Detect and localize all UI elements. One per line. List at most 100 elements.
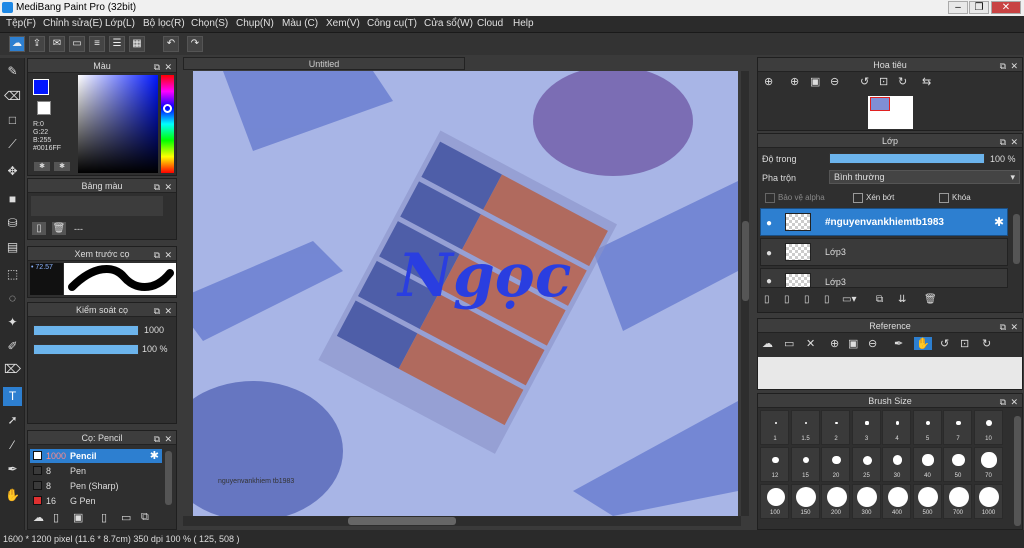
brush-item[interactable]: 16 G Pen [30, 494, 162, 508]
divide-tool-icon[interactable]: ⁄ [3, 436, 22, 455]
lock-checkbox[interactable] [939, 193, 949, 203]
grid-icon[interactable]: ▦ [129, 36, 145, 52]
new-layer-icon[interactable]: ▯ [764, 294, 770, 305]
brush-size-cell[interactable]: 30 [882, 447, 911, 482]
layer-row[interactable]: ● Lớp3 [760, 268, 1008, 288]
fit-icon[interactable]: ▣ [848, 337, 858, 350]
brush-size-cell[interactable]: 7 [943, 410, 972, 445]
cloud-download-icon[interactable]: ☁ [33, 511, 44, 524]
brush-size-cell[interactable]: 1 [760, 410, 789, 445]
comment-icon[interactable]: ✉ [49, 36, 65, 52]
brush-size-cell[interactable]: 20 [821, 447, 850, 482]
close-button[interactable]: ✕ [991, 1, 1021, 14]
close-icon[interactable]: ✕ [1010, 59, 1018, 73]
select-pen-icon[interactable]: ✐ [3, 337, 22, 356]
duplicate-layer-icon[interactable]: ⧉ [876, 294, 883, 305]
new-brush-icon[interactable]: ▯ [53, 511, 59, 524]
brush-size-cell[interactable]: 70 [973, 447, 1003, 482]
layer-row-active[interactable]: ● #nguyenvankhiemtb1983 ✱ [760, 208, 1008, 236]
zoom-out-icon[interactable]: ⊖ [830, 75, 839, 88]
brush-size-cell[interactable]: 500 [912, 484, 942, 519]
layer-opacity-slider[interactable] [829, 153, 985, 164]
hand-tool-icon[interactable]: ✋ [3, 486, 22, 505]
upload-icon[interactable]: ⇪ [29, 36, 45, 52]
line-tool-icon[interactable]: ⟋ [3, 135, 22, 154]
brush-size-cell[interactable]: 400 [882, 484, 911, 519]
close-icon[interactable]: ✕ [1010, 395, 1018, 409]
close-icon[interactable]: ✕ [164, 180, 172, 194]
float-icon[interactable]: ⧉ [1000, 395, 1006, 409]
brush-size-cell[interactable]: 700 [943, 484, 972, 519]
hand-icon[interactable]: ✋ [914, 337, 932, 350]
brush-size-cell[interactable]: 200 [821, 484, 850, 519]
duplicate-icon[interactable]: ⧉ [141, 511, 149, 524]
float-icon[interactable]: ⧉ [1000, 320, 1006, 334]
maximize-button[interactable]: ❐ [969, 1, 989, 14]
flip-icon[interactable]: ⇆ [922, 75, 931, 88]
new-1bit-layer-icon[interactable]: ▯ [824, 294, 830, 305]
clipping-checkbox[interactable] [853, 193, 863, 203]
move-tool-icon[interactable]: ✥ [3, 162, 22, 181]
merge-layer-icon[interactable]: ⇊ [898, 294, 906, 305]
rotate-left-icon[interactable]: ↺ [940, 337, 949, 350]
list-icon[interactable]: ☰ [109, 36, 125, 52]
float-icon[interactable]: ⧉ [154, 180, 160, 194]
layer-row[interactable]: ● Lớp3 [760, 238, 1008, 266]
close-icon[interactable]: ✕ [164, 248, 172, 262]
fit-icon[interactable]: ▣ [810, 75, 820, 88]
secondary-color-swatch[interactable] [37, 101, 51, 115]
select-eraser-icon[interactable]: ⌦ [3, 360, 22, 379]
cloud-icon[interactable]: ☁ [762, 337, 773, 350]
reference-view[interactable] [758, 357, 1022, 389]
rotate-right-icon[interactable]: ↻ [982, 337, 991, 350]
brush-size-cell[interactable]: 25 [851, 447, 881, 482]
zoom-in-icon[interactable]: ⊕ [830, 337, 839, 350]
protect-alpha-checkbox[interactable] [765, 193, 775, 203]
close-icon[interactable]: ✕ [164, 60, 172, 74]
canvas-image[interactable]: Ngọc nguyenvankhiem tb1983 [193, 71, 738, 516]
brush-size-cell[interactable]: 300 [851, 484, 881, 519]
brush-size-slider[interactable] [33, 325, 139, 336]
brush-size-cell[interactable]: 3 [851, 410, 881, 445]
menu-capture[interactable]: Chụp(N) [236, 18, 274, 29]
visibility-eye-icon[interactable]: ● [766, 248, 772, 259]
eyedropper-icon[interactable]: ✒ [894, 337, 903, 350]
fill-rect-tool-icon[interactable]: ■ [3, 190, 22, 209]
brush-size-cell[interactable]: 40 [912, 447, 942, 482]
brush-size-cell[interactable]: 1000 [973, 484, 1003, 519]
close-icon[interactable]: ✕ [1010, 135, 1018, 149]
select-rect-icon[interactable]: ⬚ [3, 265, 22, 284]
brush-size-cell[interactable]: 5 [912, 410, 942, 445]
brush-item[interactable]: 8 Pen (Sharp) [30, 479, 162, 493]
zoom-out-icon[interactable]: ⊖ [868, 337, 877, 350]
zoom-in-icon[interactable]: ⊕ [790, 75, 799, 88]
trash-icon[interactable]: 🗑 [52, 222, 66, 235]
delete-layer-icon[interactable]: 🗑 [924, 294, 937, 305]
fit-window-icon[interactable]: ⊡ [879, 75, 888, 88]
zoom-in-icon[interactable]: ⊕ [764, 75, 773, 88]
color-swap-button[interactable]: ✱ [54, 162, 70, 171]
new-8bit-layer-icon[interactable]: ▯ [804, 294, 810, 305]
close-icon[interactable]: ✕ [164, 304, 172, 318]
brush-list-scrollbar[interactable] [165, 451, 172, 505]
folder-icon[interactable]: ▭ [121, 511, 131, 524]
eyedropper-icon[interactable]: ✒ [3, 460, 22, 479]
brush-size-scrollbar[interactable] [1014, 416, 1021, 526]
layer-list-scrollbar[interactable] [1013, 214, 1020, 264]
color-mode-button[interactable]: ✱ [34, 162, 50, 171]
operation-tool-icon[interactable]: ➚ [3, 411, 22, 430]
blend-mode-select[interactable]: Bình thường ▾ [829, 170, 1020, 184]
dot-tool-icon[interactable]: □ [3, 111, 22, 130]
brush-size-cell[interactable]: 15 [790, 447, 820, 482]
hue-slider[interactable] [161, 75, 174, 173]
brush-size-cell[interactable]: 50 [943, 447, 972, 482]
undo-icon[interactable]: ↶ [163, 36, 179, 52]
menu-layer[interactable]: Lớp(L) [105, 18, 135, 29]
brush-item[interactable]: 8 Pen [30, 464, 162, 478]
hue-handle[interactable] [163, 104, 172, 113]
menu-view[interactable]: Xem(V) [326, 18, 360, 29]
float-icon[interactable]: ⧉ [154, 248, 160, 262]
float-icon[interactable]: ⧉ [154, 60, 160, 74]
brush-opacity-slider[interactable] [33, 344, 139, 355]
eraser-tool-icon[interactable]: ⌫ [3, 87, 22, 106]
